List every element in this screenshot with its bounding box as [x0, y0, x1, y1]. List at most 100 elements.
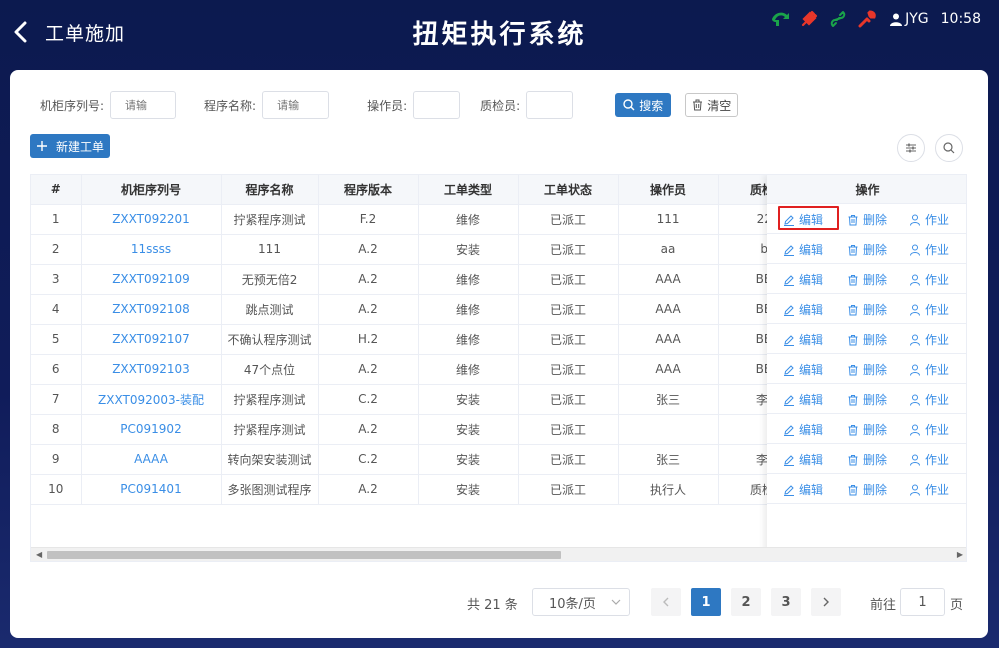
table-cell: 已派工: [518, 384, 619, 415]
action-row: 编辑 删除 作业: [767, 444, 966, 474]
work-button[interactable]: 作业: [909, 211, 949, 228]
delete-button[interactable]: 删除: [847, 271, 887, 288]
table-cell: 7: [31, 384, 82, 415]
trash-icon: [848, 244, 858, 255]
edit-button[interactable]: 编辑: [783, 391, 823, 408]
delete-button[interactable]: 删除: [847, 421, 887, 438]
delete-button[interactable]: 删除: [847, 391, 887, 408]
table-row[interactable]: 8 PC091902 拧紧程序测试 A.2 安装 已派工: [31, 414, 819, 445]
table-row[interactable]: 1ZXXT092201拧紧程序测试F.2维修已派工111222: [31, 204, 819, 235]
table-cell: AAA: [618, 264, 719, 295]
page-size-select[interactable]: 10条/页: [532, 588, 630, 616]
cabinet-serial-link[interactable]: PC091401: [81, 474, 222, 505]
operator-input[interactable]: [413, 91, 461, 119]
work-button[interactable]: 作业: [909, 271, 949, 288]
table-row[interactable]: 211ssss111A.2安装已派工aabb: [31, 234, 819, 265]
table-cell: 安装: [418, 234, 519, 265]
table-cell: 已派工: [518, 294, 619, 325]
cabinet-serial-link[interactable]: ZXXT092108: [81, 294, 222, 325]
table-row[interactable]: 7ZXXT092003-装配拧紧程序测试C.2安装已派工张三李四: [31, 384, 819, 415]
edit-button[interactable]: 编辑: [783, 481, 823, 498]
delete-button[interactable]: 删除: [847, 301, 887, 318]
cabinet-serial-link[interactable]: ZXXT092107: [81, 324, 222, 355]
program-name-input[interactable]: [262, 91, 330, 119]
delete-button[interactable]: 删除: [847, 481, 887, 498]
page-number-button[interactable]: 1: [691, 588, 721, 616]
edit-button[interactable]: 编辑: [783, 421, 823, 438]
search-button[interactable]: 搜索: [615, 93, 672, 117]
delete-button[interactable]: 删除: [847, 361, 887, 378]
table-search-button[interactable]: [935, 134, 963, 162]
cabinet-serial-link[interactable]: ZXXT092201: [81, 204, 222, 235]
delete-button[interactable]: 删除: [847, 331, 887, 348]
table-cell: 安装: [418, 384, 519, 415]
column-settings-button[interactable]: [897, 134, 925, 162]
edit-label: 编辑: [799, 393, 824, 407]
clear-button[interactable]: 清空: [685, 93, 739, 117]
table-header-row: #机柜序列号程序名称程序版本工单类型工单状态操作员质检员: [31, 175, 819, 205]
table-row[interactable]: 5ZXXT092107不确认程序测试H.2维修已派工AAABBB: [31, 324, 819, 355]
search-icon: [943, 142, 955, 154]
page-number-button[interactable]: 3: [771, 588, 801, 616]
table-cell: 已派工: [518, 234, 619, 265]
table-cell: A.2: [318, 264, 419, 295]
edit-button[interactable]: 编辑: [783, 361, 823, 378]
cabinet-serial-link[interactable]: ZXXT092103: [81, 354, 222, 385]
delete-label: 删除: [863, 453, 888, 467]
goto-page-input[interactable]: [900, 588, 945, 616]
delete-label: 删除: [863, 213, 888, 227]
pencil-icon: [784, 484, 794, 496]
edit-button[interactable]: 编辑: [783, 451, 823, 468]
edit-button[interactable]: 编辑: [783, 241, 823, 258]
edit-button[interactable]: 编辑: [783, 271, 823, 288]
table-row[interactable]: 3ZXXT092109无预无倍2A.2维修已派工AAABBB: [31, 264, 819, 295]
cabinet-serial-link[interactable]: ZXXT092003-装配: [81, 384, 222, 415]
cabinet-serial-link[interactable]: PC091902: [81, 414, 222, 445]
column-header: 工单状态: [518, 175, 619, 205]
table-row[interactable]: 10PC091401多张图测试程序A.2安装已派工执行人质检人: [31, 474, 819, 505]
cabinet-serial-link[interactable]: ZXXT092109: [81, 264, 222, 295]
table-cell: A.2: [318, 474, 419, 505]
chevron-left-icon: [663, 597, 669, 607]
delete-button[interactable]: 删除: [847, 451, 887, 468]
search-button-label: 搜索: [639, 98, 664, 113]
person-icon: [910, 364, 920, 376]
edit-button[interactable]: 编辑: [783, 211, 823, 228]
cabinet-serial-link[interactable]: 11ssss: [81, 234, 222, 265]
cabinet-serial-link[interactable]: AAAA: [81, 444, 222, 475]
scroll-left-arrow-icon[interactable]: ◀: [36, 550, 42, 559]
back-button[interactable]: 工单施加: [12, 17, 132, 47]
next-page-button[interactable]: [811, 588, 841, 616]
scroll-right-arrow-icon[interactable]: ▶: [957, 550, 963, 559]
table-row[interactable]: 6ZXXT09210347个点位A.2维修已派工AAABBB: [31, 354, 819, 385]
program-name-label: 程序名称:: [204, 98, 257, 113]
work-button[interactable]: 作业: [909, 451, 949, 468]
work-button[interactable]: 作业: [909, 421, 949, 438]
cabinet-serial-label: 机柜序列号:: [40, 98, 105, 113]
pagination: 共 21 条 10条/页 123 前往 页: [10, 588, 988, 616]
work-button[interactable]: 作业: [909, 301, 949, 318]
delete-button[interactable]: 删除: [847, 211, 887, 228]
horizontal-scrollbar[interactable]: ◀ ▶: [31, 547, 966, 561]
new-work-order-button[interactable]: 新建工单: [30, 134, 111, 158]
work-button[interactable]: 作业: [909, 391, 949, 408]
prev-page-button[interactable]: [651, 588, 681, 616]
page-number-button[interactable]: 2: [731, 588, 761, 616]
work-button[interactable]: 作业: [909, 361, 949, 378]
work-button[interactable]: 作业: [909, 481, 949, 498]
work-button[interactable]: 作业: [909, 241, 949, 258]
cabinet-serial-input[interactable]: [110, 91, 177, 119]
work-label: 作业: [925, 393, 950, 407]
work-button[interactable]: 作业: [909, 331, 949, 348]
table-cell: AAA: [618, 324, 719, 355]
edit-button[interactable]: 编辑: [783, 331, 823, 348]
delete-button[interactable]: 删除: [847, 241, 887, 258]
table-row[interactable]: 9AAAA转向架安装测试C.2安装已派工张三李四: [31, 444, 819, 475]
table-row[interactable]: 4ZXXT092108跳点测试A.2维修已派工AAABBB: [31, 294, 819, 325]
scrollbar-thumb[interactable]: [47, 551, 561, 559]
edit-button[interactable]: 编辑: [783, 301, 823, 318]
edit-label: 编辑: [799, 363, 824, 377]
inspector-input[interactable]: [526, 91, 574, 119]
table-cell: F.2: [318, 204, 419, 235]
table-cell: C.2: [318, 444, 419, 475]
